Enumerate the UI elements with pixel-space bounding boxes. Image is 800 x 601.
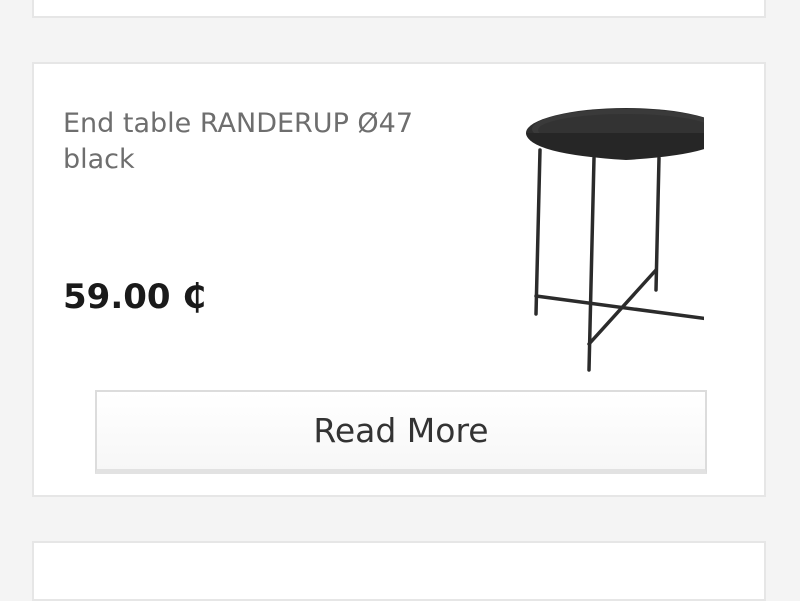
- product-card-previous: [32, 0, 766, 18]
- product-price: 59.00 ₵: [63, 277, 207, 317]
- product-image[interactable]: [484, 102, 704, 372]
- product-card-next: [32, 541, 766, 601]
- product-title[interactable]: End table RANDERUP Ø47 black: [63, 106, 443, 178]
- product-card: End table RANDERUP Ø47 black 59.00 ₵ Rea…: [32, 62, 766, 497]
- read-more-button[interactable]: Read More: [95, 390, 707, 474]
